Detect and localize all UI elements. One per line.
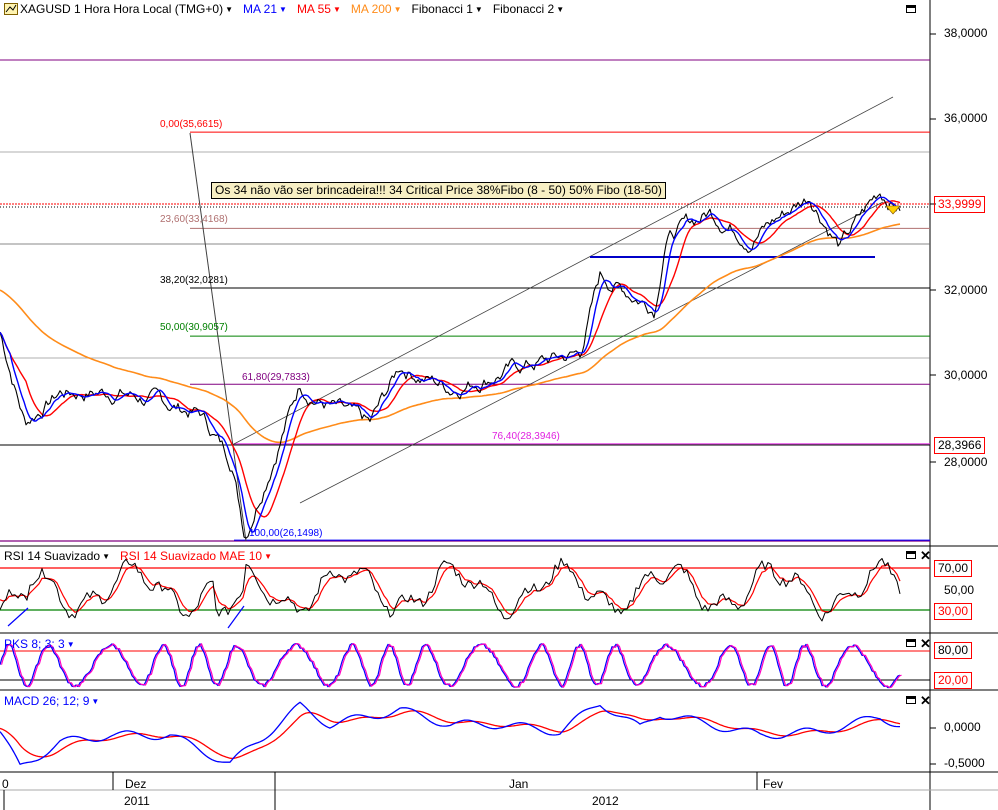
- fib2-label: Fibonacci 2: [492, 2, 555, 16]
- rsi-legend: RSI 14 Suavizado ▼ RSI 14 Suavizado MAE …: [4, 549, 272, 563]
- x-axis-month: Dez: [125, 777, 147, 791]
- symbol-selector[interactable]: XAGUSD 1 Hora Hora Local (TMG+0) ▼: [4, 2, 233, 16]
- ma55-legend[interactable]: MA 55 ▼: [297, 2, 341, 16]
- annotation-note[interactable]: Os 34 não vão ser brincadeira!!! 34 Crit…: [211, 182, 666, 199]
- pks-label: PKS 8; 3; 3: [4, 637, 65, 651]
- maximize-icon[interactable]: [906, 5, 916, 13]
- dropdown-icon: ▼: [474, 4, 483, 14]
- close-icon[interactable]: ✕: [920, 549, 931, 562]
- fib-level-label: 0,00(35,6615): [160, 119, 223, 130]
- macd-signal-line: [0, 710, 901, 760]
- rsi-label: RSI 14 Suavizado: [4, 549, 101, 563]
- dropdown-icon: ▼: [264, 551, 272, 561]
- ma21-line: [0, 196, 901, 533]
- ma200-legend[interactable]: MA 200 ▼: [351, 2, 402, 16]
- fib2-legend[interactable]: Fibonacci 2 ▼: [493, 2, 564, 16]
- macd-legend-item[interactable]: MACD 26; 12; 9 ▼: [4, 694, 99, 708]
- dropdown-icon: ▼: [66, 639, 75, 649]
- symbol-label: XAGUSD 1 Hora Hora Local (TMG+0): [20, 2, 224, 16]
- chart-window: XAGUSD 1 Hora Hora Local (TMG+0) ▼ MA 21…: [0, 0, 998, 810]
- dropdown-icon: ▼: [102, 551, 110, 561]
- dropdown-icon: ▼: [279, 4, 287, 14]
- rsi-ma-legend-item[interactable]: RSI 14 Suavizado MAE 10 ▼: [120, 549, 272, 563]
- price-axis-label: 30,0000: [944, 368, 988, 382]
- dropdown-icon: ▼: [225, 4, 233, 14]
- rsi-axis-label: 50,00: [944, 583, 975, 597]
- maximize-icon[interactable]: [906, 551, 916, 559]
- price-axis-label: 38,0000: [944, 26, 988, 40]
- ma21-legend[interactable]: MA 21 ▼: [243, 2, 287, 16]
- x-axis-year: 2012: [592, 794, 619, 808]
- macd-legend: MACD 26; 12; 9 ▼: [4, 694, 99, 708]
- fib-level-label: 100,00(26,1498): [249, 528, 323, 539]
- x-axis-edge-label: 0: [2, 777, 9, 791]
- rsi-divergence-line: [7, 607, 29, 627]
- rsi-legend-item[interactable]: RSI 14 Suavizado ▼: [4, 549, 110, 563]
- maximize-icon[interactable]: [906, 696, 916, 704]
- fib1-legend[interactable]: Fibonacci 1 ▼: [412, 2, 483, 16]
- pks-high-badge: 80,00: [934, 642, 973, 659]
- rsi-low-badge: 30,00: [934, 603, 973, 620]
- ma200-label: MA 200: [350, 2, 392, 16]
- macd-label: MACD 26; 12; 9: [4, 694, 90, 708]
- pks-low-badge: 20,00: [934, 672, 973, 689]
- ma55-label: MA 55: [296, 2, 331, 16]
- price-axis-label: 32,0000: [944, 283, 988, 297]
- trend-channel-line: [231, 96, 894, 446]
- rsi-ma-line: [0, 564, 901, 615]
- ma21-label: MA 21: [242, 2, 278, 16]
- main-legend: XAGUSD 1 Hora Hora Local (TMG+0) ▼ MA 21…: [4, 2, 564, 16]
- price-line: [0, 193, 901, 539]
- support-price-badge: 28,3966: [934, 437, 986, 454]
- rsi-ma-label: RSI 14 Suavizado MAE 10: [119, 549, 263, 563]
- fib1-label: Fibonacci 1: [411, 2, 473, 16]
- ma55-line: [0, 200, 901, 518]
- x-axis-month: Jan: [509, 777, 529, 791]
- dropdown-icon: ▼: [393, 4, 402, 14]
- price-axis-label: 28,0000: [944, 455, 988, 469]
- fib-level-label: 50,00(30,9057): [160, 322, 228, 333]
- trend-channel-line: [299, 201, 884, 504]
- dropdown-icon: ▼: [91, 696, 100, 706]
- close-icon[interactable]: ✕: [920, 694, 931, 707]
- macd-axis-label: 0,0000: [944, 720, 981, 734]
- dropdown-icon: ▼: [332, 4, 341, 14]
- fib-level-label: 38,20(32,0281): [160, 275, 228, 286]
- macd-axis-label: -0,5000: [944, 756, 985, 770]
- maximize-icon[interactable]: [906, 639, 916, 647]
- fib-level-label: 23,60(33,4168): [160, 214, 228, 225]
- pks-legend: PKS 8; 3; 3 ▼: [4, 637, 75, 651]
- close-icon[interactable]: ✕: [920, 637, 931, 650]
- fib-level-label: 61,80(29,7833): [242, 372, 310, 383]
- chart-icon: [4, 3, 18, 15]
- pks-k-line: [0, 642, 901, 689]
- x-axis-month: Fev: [763, 777, 784, 791]
- chart-canvas[interactable]: [0, 0, 998, 810]
- pks-legend-item[interactable]: PKS 8; 3; 3 ▼: [4, 637, 75, 651]
- rsi-high-badge: 70,00: [934, 560, 973, 577]
- fib-level-label: 76,40(28,3946): [492, 431, 560, 442]
- x-axis-year: 2011: [124, 794, 150, 808]
- last-price-badge: 33,9999: [934, 196, 986, 213]
- price-axis-label: 36,0000: [944, 111, 988, 125]
- dropdown-icon: ▼: [556, 4, 565, 14]
